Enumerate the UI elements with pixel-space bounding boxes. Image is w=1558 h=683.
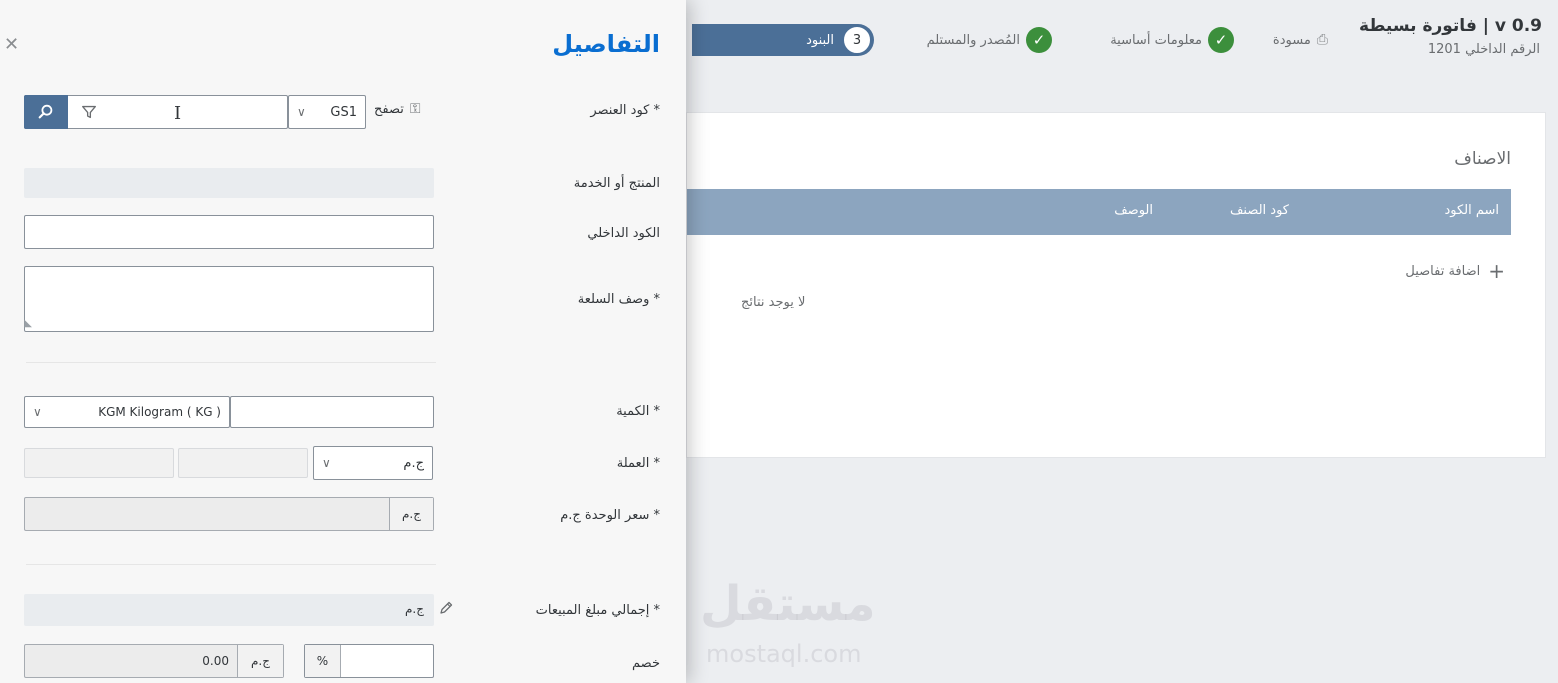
code-type-select[interactable]: ∨ GS1 — [288, 95, 366, 129]
chevron-down-icon: ∨ — [297, 105, 306, 119]
quantity-label: الكمية * — [616, 404, 660, 419]
currency-label: العملة * — [616, 456, 660, 471]
empty-results-text: لا يوجد نتائج — [741, 295, 806, 310]
product-service-label: المنتج أو الخدمة — [573, 176, 660, 191]
currency-select[interactable]: ∨ ج.م — [313, 446, 433, 480]
add-details-label: اضافة تفاصيل — [1405, 263, 1481, 279]
app-title: فاتورة بسيطة | v 0.9 — [1359, 16, 1542, 36]
add-details-button[interactable]: اضافة تفاصيل + — [1405, 261, 1505, 281]
items-card-title: الاصناف — [1454, 149, 1511, 169]
exchange-rate-select — [178, 448, 308, 478]
step-items[interactable]: البنود 3 — [692, 24, 874, 56]
internal-number: الرقم الداخلي 1201 — [1427, 42, 1540, 57]
unit-price-label: سعر الوحدة ج.م * — [560, 508, 660, 523]
chevron-down-icon: ∨ — [322, 456, 331, 470]
close-icon[interactable]: ✕ — [4, 34, 19, 55]
step-issuer-receiver-label: المُصدر والمستلم — [926, 32, 1020, 48]
product-service-field — [24, 168, 434, 198]
total-sales-label: إجمالي مبلغ المبيعات * — [535, 603, 660, 618]
internal-code-label: الكود الداخلي — [587, 226, 660, 241]
browse-label: تصفح — [374, 101, 404, 117]
step-draft[interactable]: مسودة ⎙ — [1273, 24, 1328, 56]
filter-icon[interactable] — [80, 103, 98, 121]
items-card: الاصناف اسم الكود كود الصنف الوصف اضافة … — [686, 112, 1546, 458]
exchange-rate-field — [24, 448, 174, 478]
watermark-url: mostaql.com — [706, 640, 862, 668]
unit-value: KGM Kilogram ( KG ) — [98, 405, 221, 419]
unit-price-currency: ج.م — [389, 498, 433, 530]
section-divider — [26, 362, 436, 363]
search-button[interactable] — [24, 95, 68, 129]
discount-value: 0.00 — [202, 654, 229, 668]
column-description[interactable]: الوصف — [1114, 203, 1153, 218]
unit-select[interactable]: ∨ KGM Kilogram ( KG ) — [24, 396, 230, 428]
internal-code-input[interactable] — [24, 215, 434, 249]
description-textarea[interactable] — [24, 266, 434, 332]
search-icon — [38, 104, 53, 119]
discount-currency: ج.م — [237, 645, 283, 677]
column-item-code[interactable]: كود الصنف — [1230, 203, 1289, 218]
discount-percent-tag: % — [305, 645, 341, 677]
items-table-header: اسم الكود كود الصنف الوصف — [687, 189, 1511, 235]
code-type-select-inner: ∨ GS1 — [289, 96, 365, 128]
text-cursor-icon: I — [174, 103, 182, 124]
step-basic-info[interactable]: معلومات أساسية ✓ — [1110, 24, 1234, 56]
currency-select-inner: ∨ ج.م — [314, 447, 432, 479]
panel-title: التفاصيل — [552, 30, 660, 58]
step-issuer-receiver[interactable]: المُصدر والمستلم ✓ — [927, 24, 1052, 56]
browse-button[interactable]: تصفح ⚿ — [374, 101, 421, 117]
code-type-value: GS1 — [330, 104, 357, 120]
item-code-label: كود العنصر * — [590, 103, 660, 118]
edit-icon[interactable] — [438, 600, 454, 616]
step-items-number: 3 — [842, 25, 872, 55]
chevron-down-icon: ∨ — [33, 405, 42, 419]
discount-label: خصم — [632, 656, 660, 671]
column-code-name[interactable]: اسم الكود — [1444, 203, 1499, 218]
check-icon: ✓ — [1026, 27, 1052, 53]
discount-percent-input[interactable]: % — [304, 644, 434, 678]
step-draft-label: مسودة — [1272, 32, 1311, 48]
currency-value: ج.م — [403, 455, 424, 471]
discount-amount-field[interactable]: ج.م 0.00 — [24, 644, 284, 678]
check-icon: ✓ — [1208, 27, 1234, 53]
description-label: وصف السلعة * — [577, 292, 660, 307]
unit-price-field[interactable]: ج.م — [24, 497, 434, 531]
details-panel: ✕ التفاصيل كود العنصر * تصفح ⚿ ∨ GS1 I ا… — [0, 0, 686, 683]
key-icon: ⚿ — [409, 101, 421, 117]
unit-select-inner: ∨ KGM Kilogram ( KG ) — [25, 397, 229, 427]
draft-icon: ⎙ — [1316, 32, 1328, 48]
resize-handle-icon[interactable]: ◢ — [22, 320, 33, 328]
watermark-logo: مستقل — [700, 576, 876, 632]
quantity-input[interactable] — [230, 396, 434, 428]
section-divider — [26, 564, 436, 565]
total-sales-field: ج.م — [24, 594, 434, 626]
step-basic-info-label: معلومات أساسية — [1110, 32, 1202, 48]
total-sales-currency: ج.م — [405, 602, 424, 616]
step-items-label: البنود — [806, 32, 834, 48]
plus-icon: + — [1488, 259, 1505, 283]
